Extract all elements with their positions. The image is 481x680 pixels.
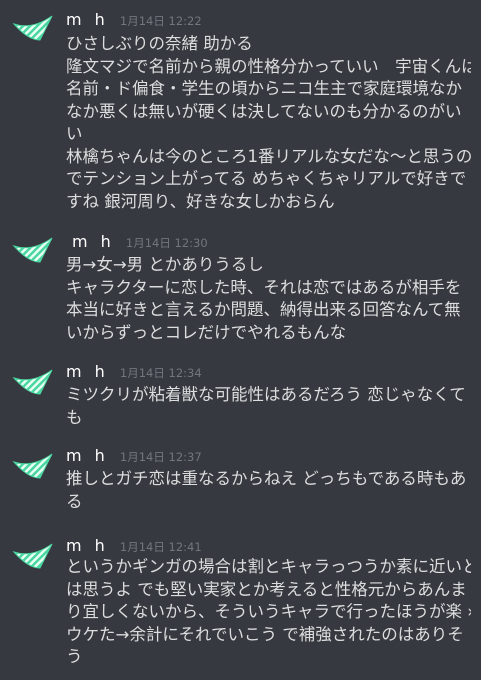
avatar[interactable] [12, 236, 54, 266]
message-line: というかギンガの場合は割とキャラっつうか素に近いと [66, 557, 471, 576]
author-name[interactable]: m h [66, 10, 109, 29]
message-line: う [66, 647, 83, 666]
author-name[interactable]: m h [72, 232, 115, 251]
message-line: 林檎ちゃんは今のところ1番リアルな女だな〜と思うの [66, 146, 471, 166]
message-line: キャラクターに恋した時、それは恋ではあるが相手を [66, 277, 462, 297]
message-line: 隆文マジで名前から親の性格分かっていい 宇宙くんは [66, 56, 471, 76]
avatar[interactable] [12, 542, 54, 572]
message-content: 男→女→男 とかありうるし キャラクターに恋した時、それは恋ではあるが相手を 本… [66, 254, 471, 344]
message-line: ミツクリが粘着獣な可能性はあるだろう 恋じゃなくて [66, 385, 466, 404]
message-content: ひさしぶりの奈緒 助かる 隆文マジで名前から親の性格分かっていい 宇宙くんは 名… [66, 33, 471, 213]
message-timestamp: 1月14日 12:37 [119, 450, 202, 464]
message-line: でテンション上がってる めちゃくちゃリアルで好きで [66, 169, 467, 188]
message-line: 推しとガチ恋は重なるからねえ どっちもである時もあ [66, 469, 467, 488]
green-striped-pennant-icon [12, 543, 53, 569]
message-timestamp: 1月14日 12:30 [125, 236, 208, 250]
message-content: ミツクリが粘着獣な可能性はあるだろう 恋じゃなくて も [66, 384, 471, 429]
message-line: ウケた→余計にそれでいこう で補強されたのはありそ [66, 624, 464, 644]
message-line: い [66, 124, 83, 143]
avatar[interactable] [12, 368, 54, 398]
message-line: いからずっとコレだけでやれるもんな [66, 322, 347, 342]
message-timestamp: 1月14日 12:34 [119, 366, 202, 380]
author-name[interactable]: m h [66, 362, 109, 381]
message-line: 名前・ド偏食・学生の頃からニコ生主で家庭環境なか [66, 79, 462, 98]
message-line: なか悪くは無いが硬くは決してないのも分かるのがい [66, 101, 462, 121]
message-timestamp: 1月14日 12:22 [119, 14, 202, 28]
message-line: は思うよ でも堅い実家とか考えると性格元からあんま [66, 579, 467, 599]
message-line: ひさしぶりの奈緒 助かる [66, 34, 253, 53]
green-striped-pennant-icon [12, 453, 53, 479]
avatar[interactable] [12, 452, 54, 482]
green-striped-pennant-icon [12, 369, 53, 395]
message-timestamp: 1月14日 12:41 [119, 540, 202, 554]
message-line: すね 銀河周り、好きな女しかおらん [66, 191, 335, 211]
author-name[interactable]: m h [66, 536, 109, 555]
avatar[interactable] [12, 14, 54, 44]
message-line: る [66, 491, 83, 511]
chat-log: m h 1月14日 12:22 ひさしぶりの奈緒 助かる 隆文マジで名前から親の… [0, 0, 481, 680]
message-content: 推しとガチ恋は重なるからねえ どっちもである時もあ る [66, 468, 471, 513]
author-name[interactable]: m h [66, 446, 109, 465]
message-content: というかギンガの場合は割とキャラっつうか素に近いと は思うよ でも堅い実家とか考… [66, 556, 471, 669]
message-line: も [66, 407, 83, 427]
green-striped-pennant-icon [12, 237, 53, 263]
message-line: 本当に好きと言えるか問題、納得出来る回答なんて無 [66, 300, 461, 319]
green-striped-pennant-icon [12, 15, 53, 41]
message-line: り宜しくないから、そういうキャラで行ったほうが楽 › [66, 602, 471, 621]
message-line: 男→女→男 とかありうるし [66, 255, 264, 274]
